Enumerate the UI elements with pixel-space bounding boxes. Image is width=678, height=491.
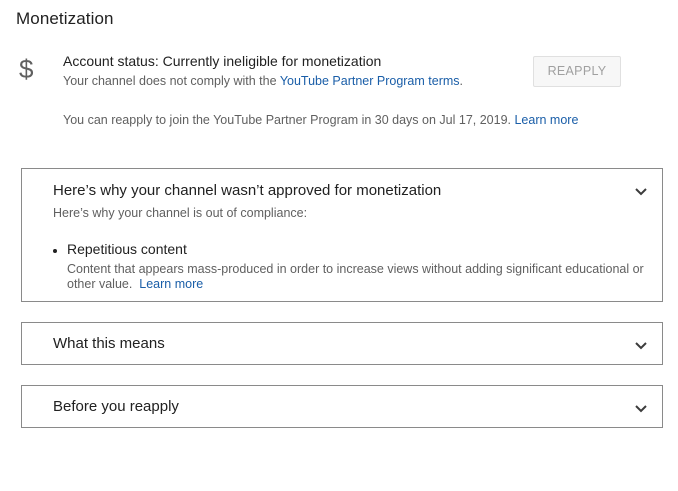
panel-title[interactable]: Before you reapply	[53, 398, 179, 415]
partner-program-terms-link[interactable]: YouTube Partner Program terms	[280, 74, 460, 88]
reapply-note: You can reapply to join the YouTube Part…	[63, 113, 578, 127]
account-status-title: Account status: Currently ineligible for…	[63, 53, 382, 69]
panel-subtitle: Here’s why your channel is out of compli…	[53, 206, 308, 220]
chevron-down-icon[interactable]	[634, 404, 648, 414]
chevron-down-icon[interactable]	[634, 341, 648, 351]
account-status-subtitle-prefix: Your channel does not comply with the	[63, 74, 280, 88]
bullet-icon	[53, 249, 57, 253]
account-status-subtitle-suffix: .	[459, 74, 464, 88]
reason-learn-more-link[interactable]: Learn more	[139, 277, 203, 291]
panel-before-you-reapply[interactable]: Before you reapply	[21, 385, 663, 428]
reapply-button[interactable]: REAPPLY	[533, 56, 621, 87]
reason-title: Repetitious content	[67, 241, 187, 257]
panel-title[interactable]: Here’s why your channel wasn’t approved …	[53, 182, 441, 199]
chevron-up-icon[interactable]	[634, 187, 648, 197]
dollar-icon: $	[19, 54, 34, 84]
reapply-note-text: You can reapply to join the YouTube Part…	[63, 113, 511, 127]
panel-not-approved-reasons: Here’s why your channel wasn’t approved …	[21, 168, 663, 302]
reapply-learn-more-link[interactable]: Learn more	[514, 113, 578, 127]
panel-what-this-means[interactable]: What this means	[21, 322, 663, 365]
monetization-page: Monetization $ Account status: Currently…	[0, 0, 678, 491]
reason-description: Content that appears mass-produced in or…	[67, 262, 662, 292]
account-status-subtitle: Your channel does not comply with the Yo…	[63, 74, 463, 88]
panel-title[interactable]: What this means	[53, 335, 165, 352]
page-title: Monetization	[16, 9, 114, 28]
